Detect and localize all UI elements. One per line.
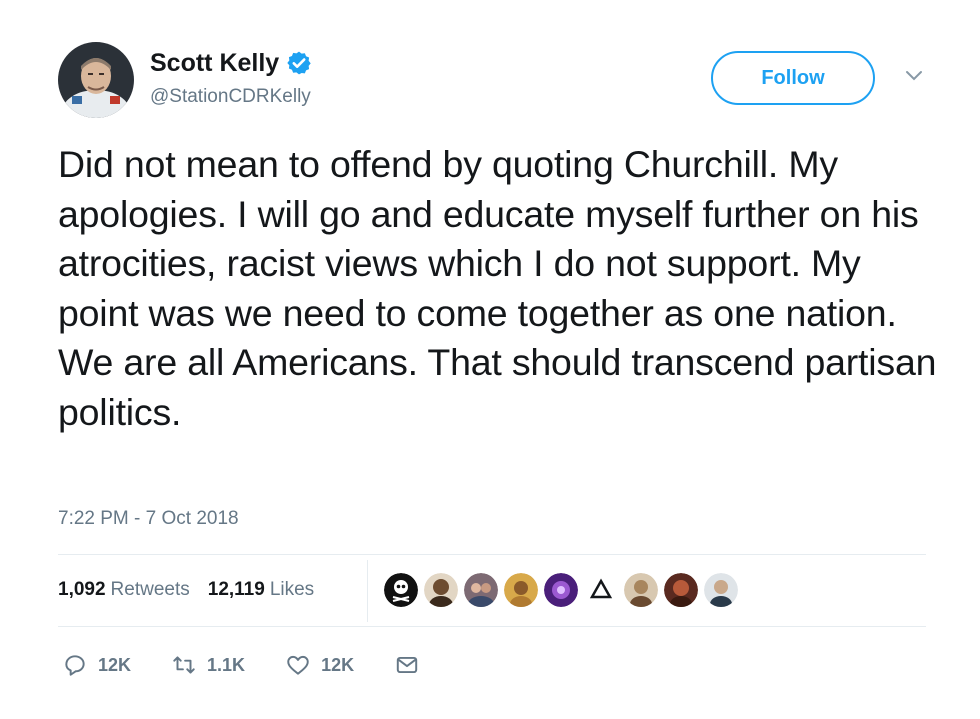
liker-avatar[interactable]: [424, 573, 458, 607]
stats-separator: [367, 560, 368, 622]
like-count: 12K: [321, 654, 355, 675]
liker-avatar[interactable]: [664, 573, 698, 607]
purple-avatar-icon: [544, 573, 578, 607]
divider-top: [58, 554, 926, 555]
reply-count: 12K: [98, 654, 132, 675]
tweet-actions: 12K 1.1K 12K: [62, 650, 460, 680]
triangle-avatar-icon: [584, 573, 618, 607]
divider-bottom: [58, 626, 926, 627]
verified-badge-icon: [287, 51, 311, 75]
author-avatar[interactable]: [58, 42, 134, 118]
author-name[interactable]: Scott Kelly: [150, 49, 279, 78]
envelope-icon: [396, 656, 418, 674]
follow-button[interactable]: Follow: [711, 51, 875, 105]
tweet-stats: 1,092 Retweets 12,119 Likes: [58, 575, 314, 605]
author-name-row: Scott Kelly: [150, 46, 312, 80]
person-avatar-icon: [624, 573, 658, 607]
group-avatar-icon: [464, 573, 498, 607]
retweet-icon: [173, 656, 195, 674]
like-button[interactable]: 12K: [285, 652, 354, 678]
likes-stat[interactable]: 12,119 Likes: [208, 579, 314, 601]
skull-avatar-icon: [384, 573, 418, 607]
retweets-stat[interactable]: 1,092 Retweets: [58, 579, 190, 601]
direct-message-button[interactable]: [394, 652, 420, 678]
tweet-timestamp[interactable]: 7:22 PM - 7 Oct 2018: [58, 508, 239, 530]
retweets-count: 1,092: [58, 579, 106, 600]
liker-avatar[interactable]: [704, 573, 738, 607]
chevron-down-icon[interactable]: [904, 68, 924, 84]
astronaut-avatar-icon: [58, 42, 134, 118]
liker-avatar[interactable]: [584, 573, 618, 607]
person-avatar-icon: [424, 573, 458, 607]
heart-icon: [287, 655, 309, 675]
liker-avatar[interactable]: [544, 573, 578, 607]
reply-icon: [65, 655, 85, 676]
retweet-count: 1.1K: [207, 654, 246, 675]
person-avatar-icon: [664, 573, 698, 607]
person-avatar-icon: [504, 573, 538, 607]
reply-button[interactable]: 12K: [62, 652, 131, 678]
author-handle[interactable]: @StationCDRKelly: [150, 86, 311, 108]
liker-avatar[interactable]: [504, 573, 538, 607]
liker-avatar[interactable]: [464, 573, 498, 607]
likes-label: Likes: [269, 579, 315, 600]
likes-count: 12,119: [207, 579, 265, 600]
liker-avatar[interactable]: [384, 573, 418, 607]
liker-avatar[interactable]: [624, 573, 658, 607]
tweet-text: Did not mean to offend by quoting Church…: [58, 143, 937, 433]
retweets-label: Retweets: [110, 579, 190, 600]
person-avatar-icon: [704, 573, 738, 607]
likers-avatars: [384, 572, 744, 608]
retweet-button[interactable]: 1.1K: [171, 652, 245, 678]
